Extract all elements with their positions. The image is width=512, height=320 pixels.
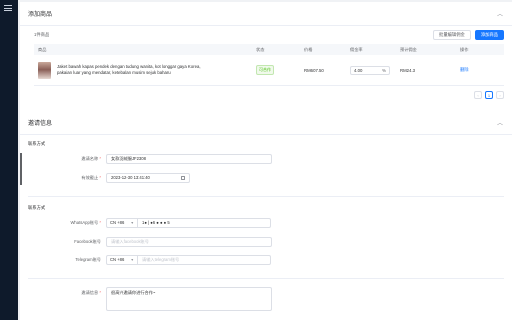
main-content: 添加商品 ︿ 1件商品 批量编辑佣金 添加商品 商品 状态 价格 佣金率 预计佣… bbox=[20, 0, 512, 320]
invite-name-input[interactable]: 女款羽绒服JF2308 bbox=[106, 153, 272, 164]
product-name: Jaket bawah kapas pendek dengan tudung w… bbox=[57, 64, 201, 75]
deadline-label: 有效截止 bbox=[81, 174, 99, 180]
est-commission: RM24.3 bbox=[400, 67, 416, 73]
commission-rate-value: 4.00 bbox=[354, 67, 363, 73]
message-textarea[interactable]: 很高兴邀请你进行合作~ bbox=[106, 287, 272, 311]
facebook-label: Facebook账号 bbox=[74, 238, 101, 244]
calendar-icon bbox=[181, 175, 185, 180]
telegram-country-select[interactable]: CN +86 ▼ bbox=[106, 254, 138, 265]
divider bbox=[28, 278, 504, 279]
page-1-button[interactable]: 1 bbox=[485, 91, 493, 99]
whatsapp-code: CN +86 bbox=[110, 220, 125, 225]
whatsapp-label: WhatsApp账号 bbox=[70, 219, 99, 225]
whatsapp-row: WhatsApp账号 * CN +86 ▼ 1● | ●6 ● ● ● 5 bbox=[20, 217, 512, 228]
prev-page-button[interactable]: ‹ bbox=[474, 91, 482, 99]
product-count: 1件商品 bbox=[34, 32, 50, 37]
chevron-up-icon[interactable]: ︿ bbox=[496, 119, 504, 127]
invite-name-row: 邀请名称 * 女款羽绒服JF2308 bbox=[20, 153, 512, 164]
facebook-row: Facebook账号 请输入facebook账号 bbox=[20, 236, 512, 247]
chevron-down-icon: ▼ bbox=[130, 257, 134, 262]
products-title: 添加商品 bbox=[28, 12, 53, 18]
col-operation: 操作 bbox=[460, 46, 469, 52]
deadline-row: 有效截止 * 2023-12-30 13:41:40 bbox=[20, 172, 512, 183]
chevron-up-icon[interactable]: ︿ bbox=[496, 10, 504, 18]
next-page-button[interactable]: › bbox=[496, 91, 504, 99]
col-status: 状态 bbox=[256, 46, 265, 52]
telegram-row: Telegram账号 CN +86 ▼ 请输入telegram账号 bbox=[20, 254, 512, 265]
delete-link[interactable]: 删除 bbox=[460, 67, 469, 72]
product-thumbnail bbox=[38, 61, 51, 79]
col-commission-rate: 佣金率 bbox=[350, 46, 363, 52]
batch-edit-commission-button[interactable]: 批量编辑佣金 bbox=[433, 30, 471, 40]
percent-suffix: % bbox=[382, 67, 386, 73]
telegram-label: Telegram账号 bbox=[75, 256, 101, 262]
products-toolbar: 1件商品 批量编辑佣金 添加商品 bbox=[20, 27, 512, 43]
section-contact-title: 联系方式 bbox=[28, 141, 46, 146]
products-header[interactable]: 添加商品 ︿ bbox=[20, 2, 512, 26]
menu-fold-icon[interactable] bbox=[4, 5, 12, 11]
invite-name-label: 邀请名称 bbox=[81, 155, 99, 161]
telegram-code: CN +86 bbox=[110, 257, 125, 262]
invite-title: 邀请信息 bbox=[28, 121, 53, 127]
table-row: Jaket bawah kapas pendek dengan tudung w… bbox=[34, 55, 504, 86]
chevron-down-icon: ▼ bbox=[130, 220, 134, 225]
product-table: 商品 状态 价格 佣金率 预计佣金 操作 Jaket bawah kapas p… bbox=[34, 44, 504, 86]
whatsapp-input[interactable]: 1● | ●6 ● ● ● 5 bbox=[138, 217, 271, 228]
col-price: 价格 bbox=[304, 46, 313, 52]
table-header: 商品 状态 价格 佣金率 预计佣金 操作 bbox=[34, 44, 504, 55]
invite-card: 邀请信息 ︿ 联系方式 邀请名称 * 女款羽绒服JF2308 有效截止 * 20… bbox=[20, 111, 512, 320]
facebook-input[interactable]: 请输入facebook账号 bbox=[106, 236, 272, 247]
whatsapp-country-select[interactable]: CN +86 ▼ bbox=[106, 217, 138, 228]
col-est-commission: 预计佣金 bbox=[400, 46, 417, 52]
message-label: 邀请信息 bbox=[81, 289, 99, 295]
divider bbox=[28, 196, 504, 197]
deadline-picker[interactable]: 2023-12-30 13:41:40 bbox=[106, 172, 190, 183]
commission-rate-input[interactable]: 4.00 % bbox=[350, 65, 390, 75]
status-badge: 可合作 bbox=[256, 65, 274, 75]
product-price: RM607.50 bbox=[304, 67, 324, 73]
invite-header[interactable]: 邀请信息 ︿ bbox=[20, 111, 512, 135]
add-product-button[interactable]: 添加商品 bbox=[474, 30, 504, 40]
section-contact2-title: 联系方式 bbox=[28, 205, 46, 210]
col-product: 商品 bbox=[38, 46, 47, 52]
products-card: 添加商品 ︿ 1件商品 批量编辑佣金 添加商品 商品 状态 价格 佣金率 预计佣… bbox=[20, 2, 512, 114]
sidebar bbox=[0, 0, 18, 320]
telegram-input[interactable]: 请输入telegram账号 bbox=[138, 254, 271, 265]
deadline-value: 2023-12-30 13:41:40 bbox=[111, 175, 150, 180]
pagination: ‹ 1 › bbox=[474, 91, 504, 99]
